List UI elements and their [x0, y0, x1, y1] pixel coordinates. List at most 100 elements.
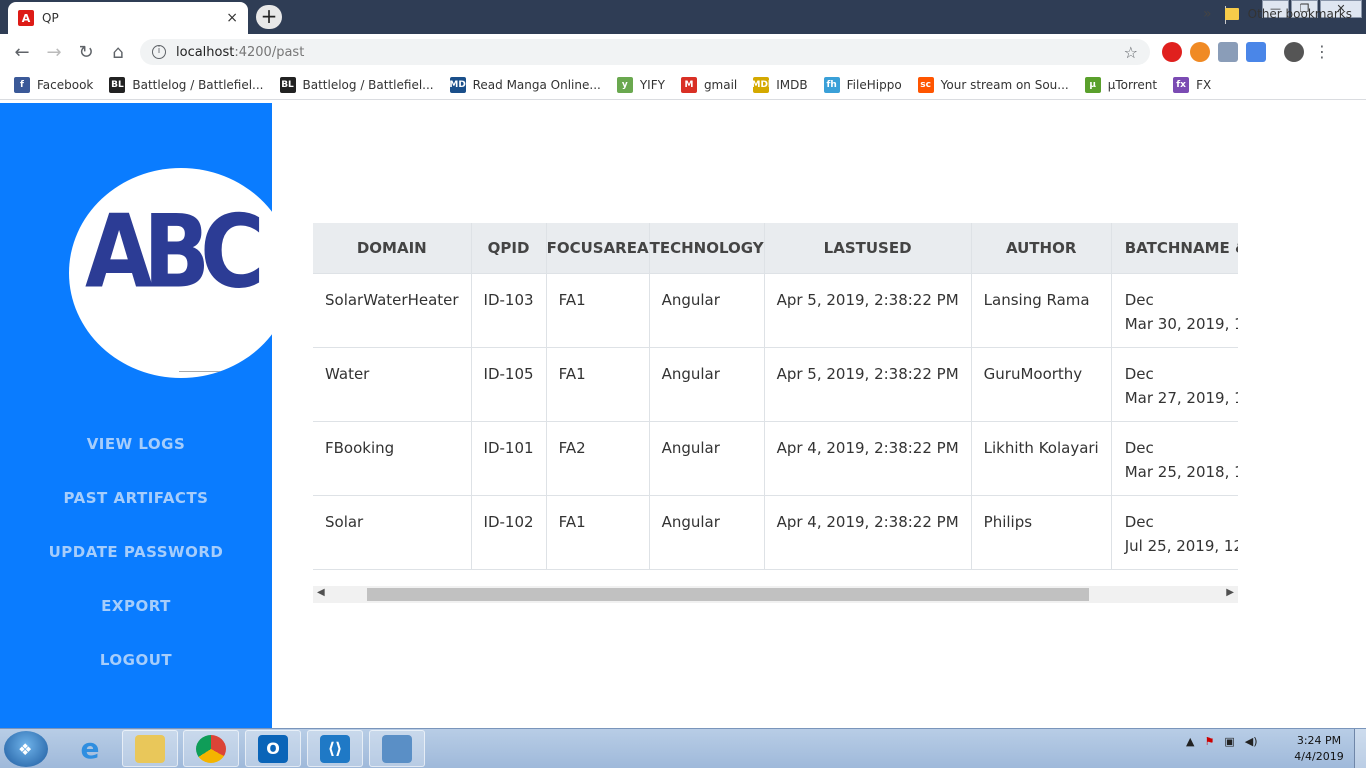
- nav-update-password[interactable]: UPDATE PASSWORD: [0, 525, 272, 579]
- bookmark-star-icon[interactable]: ☆: [1124, 43, 1138, 62]
- sidebar-nav: VIEW LOGS PAST ARTIFACTS UPDATE PASSWORD…: [0, 417, 272, 687]
- photo-viewer-icon: [382, 734, 412, 763]
- batchdate-line: Mar 25, 2018, 12: [1124, 462, 1238, 481]
- url-text[interactable]: localhost:4200/past: [176, 45, 1124, 60]
- profile-avatar[interactable]: [1284, 42, 1304, 62]
- volume-icon[interactable]: ◀): [1245, 735, 1258, 748]
- sidebar: ABC VIEW LOGS PAST ARTIFACTS UPDATE PASS…: [0, 103, 293, 728]
- horizontal-scrollbar[interactable]: ◀ ▶: [313, 586, 1238, 603]
- bookmark-label: FileHippo: [846, 77, 902, 92]
- folder-icon: [1224, 8, 1239, 20]
- bookmark-item[interactable]: fh FileHippo: [823, 76, 902, 93]
- taskbar-photo-viewer[interactable]: [369, 730, 425, 767]
- scroll-left-icon[interactable]: ◀: [317, 587, 325, 598]
- cell-lastused: Apr 4, 2019, 2:38:22 PM: [764, 421, 972, 496]
- bookmark-item[interactable]: MD Read Manga Online...: [449, 76, 601, 93]
- cell-qpid: ID-102: [471, 495, 547, 570]
- bookmark-favicon-icon: BL: [109, 76, 126, 93]
- address-bar[interactable]: i localhost:4200/past ☆: [140, 39, 1150, 65]
- nav-logout[interactable]: LOGOUT: [0, 633, 272, 687]
- header-qpid: QPID: [471, 223, 547, 274]
- tab-title: QP: [42, 11, 59, 25]
- extension-icon[interactable]: [1218, 42, 1238, 62]
- bookmark-label: YIFY: [639, 77, 665, 92]
- taskbar-explorer[interactable]: [122, 730, 178, 767]
- show-hidden-icons-icon[interactable]: ▲: [1186, 735, 1194, 748]
- bookmark-label: IMDB: [776, 77, 808, 92]
- header-author: AUTHOR: [971, 223, 1112, 274]
- site-info-icon[interactable]: i: [152, 45, 166, 59]
- batchname-line: Dec: [1124, 438, 1154, 457]
- bookmark-item[interactable]: y YIFY: [616, 76, 665, 93]
- bookmark-favicon-icon: fh: [823, 76, 840, 93]
- bookmark-favicon-icon: IMDb: [748, 76, 774, 93]
- taskbar-outlook[interactable]: O: [245, 730, 301, 767]
- cell-technology: Angular: [649, 273, 765, 348]
- bookmark-item[interactable]: BL Battlelog / Battlefiel...: [109, 76, 264, 93]
- bookmark-item[interactable]: f Facebook: [14, 76, 93, 93]
- cell-lastused: Apr 4, 2019, 2:38:22 PM: [764, 495, 972, 570]
- batchdate-line: Mar 30, 2019, 12: [1124, 314, 1238, 333]
- network-icon[interactable]: ▣: [1224, 735, 1234, 748]
- bookmarks-bar: f Facebook BL Battlelog / Battlefiel... BL Ba…: [0, 70, 1366, 100]
- taskbar-clock[interactable]: 3:24 PM 4/4/2019: [1284, 733, 1354, 765]
- bookmark-label: Battlelog / Battlefiel...: [302, 77, 434, 92]
- taskbar-ie[interactable]: e: [62, 730, 118, 767]
- start-button[interactable]: ❖: [4, 731, 48, 767]
- bookmark-label: µTorrent: [1107, 77, 1158, 92]
- scrollbar-thumb[interactable]: [367, 588, 1089, 601]
- bookmark-item[interactable]: Mgmail: [680, 76, 737, 93]
- back-icon[interactable]: ←: [6, 42, 38, 63]
- scroll-right-icon[interactable]: ▶: [1226, 587, 1234, 598]
- batchname-line: Dec: [1124, 290, 1154, 309]
- bookmark-favicon-icon: MD: [449, 76, 466, 93]
- bookmark-favicon-icon: y: [616, 76, 633, 93]
- taskbar-chrome[interactable]: [183, 730, 239, 767]
- cell-batchname: Dec Mar 27, 2019, 12: [1111, 347, 1238, 422]
- cell-domain: Water: [313, 347, 472, 422]
- bookmark-favicon-icon: BL: [279, 76, 296, 93]
- nav-view-logs[interactable]: VIEW LOGS: [0, 417, 272, 471]
- show-desktop-button[interactable]: [1354, 729, 1366, 768]
- nav-past-artifacts[interactable]: PAST ARTIFACTS: [0, 471, 272, 525]
- cell-domain: Solar: [313, 495, 472, 570]
- cell-focusarea: FA1: [546, 495, 650, 570]
- bookmark-item[interactable]: fx FX: [1173, 76, 1212, 93]
- bookmark-item[interactable]: IMDb IMDB: [748, 76, 808, 93]
- cell-domain: FBooking: [313, 421, 472, 496]
- new-tab-button[interactable]: +: [256, 5, 282, 29]
- tab-close-icon[interactable]: ×: [226, 10, 238, 26]
- clock-time: 3:24 PM: [1296, 734, 1342, 747]
- windows-logo-icon: ❖: [18, 740, 33, 759]
- bookmark-label: FX: [1196, 77, 1212, 92]
- file-explorer-icon: [135, 734, 165, 763]
- home-icon[interactable]: ⌂: [102, 42, 134, 63]
- cell-qpid: ID-105: [471, 347, 547, 422]
- table-row: FBooking ID-101 FA2 Angular Apr 4, 2019, 2:3…: [313, 421, 1238, 496]
- cell-author: GuruMoorthy: [971, 347, 1112, 422]
- cell-author: Philips: [971, 495, 1112, 570]
- browser-tab[interactable]: A QP ×: [8, 2, 248, 34]
- nav-export[interactable]: EXPORT: [0, 579, 272, 633]
- bookmarks-overflow-icon[interactable]: »: [1203, 6, 1212, 22]
- bookmark-favicon-icon: f: [14, 76, 30, 93]
- adblock-extension-icon[interactable]: [1162, 42, 1182, 62]
- system-tray: ▲ ⚑ ▣ ◀): [1186, 735, 1258, 748]
- menu-icon[interactable]: ⋮: [1312, 42, 1332, 62]
- cell-focusarea: FA1: [546, 347, 650, 422]
- bookmark-label: Battlelog / Battlefiel...: [132, 77, 264, 92]
- cell-lastused: Apr 5, 2019, 2:38:22 PM: [764, 273, 972, 348]
- bookmark-item[interactable]: sc Your stream on Sou...: [917, 76, 1069, 93]
- cell-focusarea: FA1: [546, 273, 650, 348]
- bookmark-favicon-icon: µ: [1084, 76, 1101, 93]
- extension-icon[interactable]: [1190, 42, 1210, 62]
- forward-icon[interactable]: →: [38, 42, 70, 63]
- taskbar-vscode[interactable]: ⟨⟩: [307, 730, 363, 767]
- translate-extension-icon[interactable]: [1246, 42, 1266, 62]
- reload-icon[interactable]: ↻: [70, 42, 102, 63]
- other-bookmarks[interactable]: Other bookmarks: [1224, 7, 1352, 21]
- bookmark-label: Read Manga Online...: [472, 77, 601, 92]
- action-center-icon[interactable]: ⚑: [1204, 735, 1214, 748]
- bookmark-item[interactable]: µ µTorrent: [1084, 76, 1158, 93]
- bookmark-item[interactable]: BL Battlelog / Battlefiel...: [279, 76, 434, 93]
